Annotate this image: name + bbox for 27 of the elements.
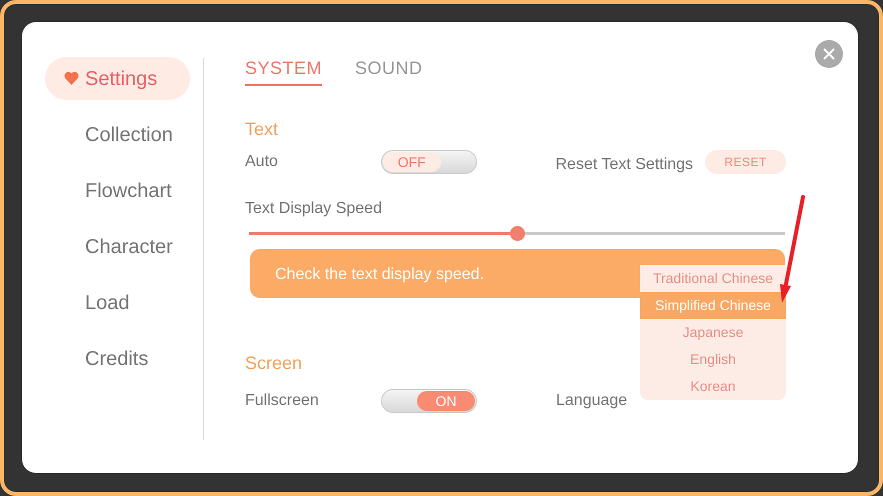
setting-label: Reset Text Settings — [556, 155, 694, 175]
close-icon — [822, 47, 836, 61]
toggle-switch[interactable]: ON — [381, 389, 477, 413]
tab[interactable]: SOUND — [355, 55, 423, 86]
heart-icon — [64, 71, 79, 85]
setting-label: Text Display Speed — [245, 199, 383, 219]
section-heading: Screen — [245, 352, 302, 375]
sidebar-item[interactable]: Character — [45, 225, 190, 268]
section-heading: Text — [245, 118, 278, 141]
sidebar-item[interactable]: Credits — [45, 337, 190, 380]
sidebar-item[interactable]: Collection — [45, 113, 190, 156]
sidebar-item[interactable]: Load — [45, 281, 190, 324]
dropdown-option[interactable]: Simplified Chinese — [640, 292, 786, 319]
dropdown-option[interactable]: English — [640, 346, 786, 373]
reset-button[interactable]: RESET — [705, 150, 786, 174]
toggle-switch[interactable]: OFF — [380, 150, 476, 174]
sidebar-item[interactable]: Flowchart — [45, 169, 190, 212]
dropdown-option[interactable]: Traditional Chinese — [640, 265, 786, 292]
dropdown-option[interactable]: Korean — [640, 373, 786, 400]
dropdown-option[interactable]: Japanese — [640, 319, 786, 346]
setting-label: Language — [556, 391, 628, 411]
setting-label: Fullscreen — [245, 391, 320, 411]
slider-thumb[interactable] — [510, 226, 525, 241]
close-button[interactable] — [815, 40, 843, 68]
setting-label: Auto — [245, 152, 279, 172]
tab[interactable]: SYSTEM — [245, 55, 322, 86]
sidebar-item[interactable]: Settings — [45, 57, 190, 100]
